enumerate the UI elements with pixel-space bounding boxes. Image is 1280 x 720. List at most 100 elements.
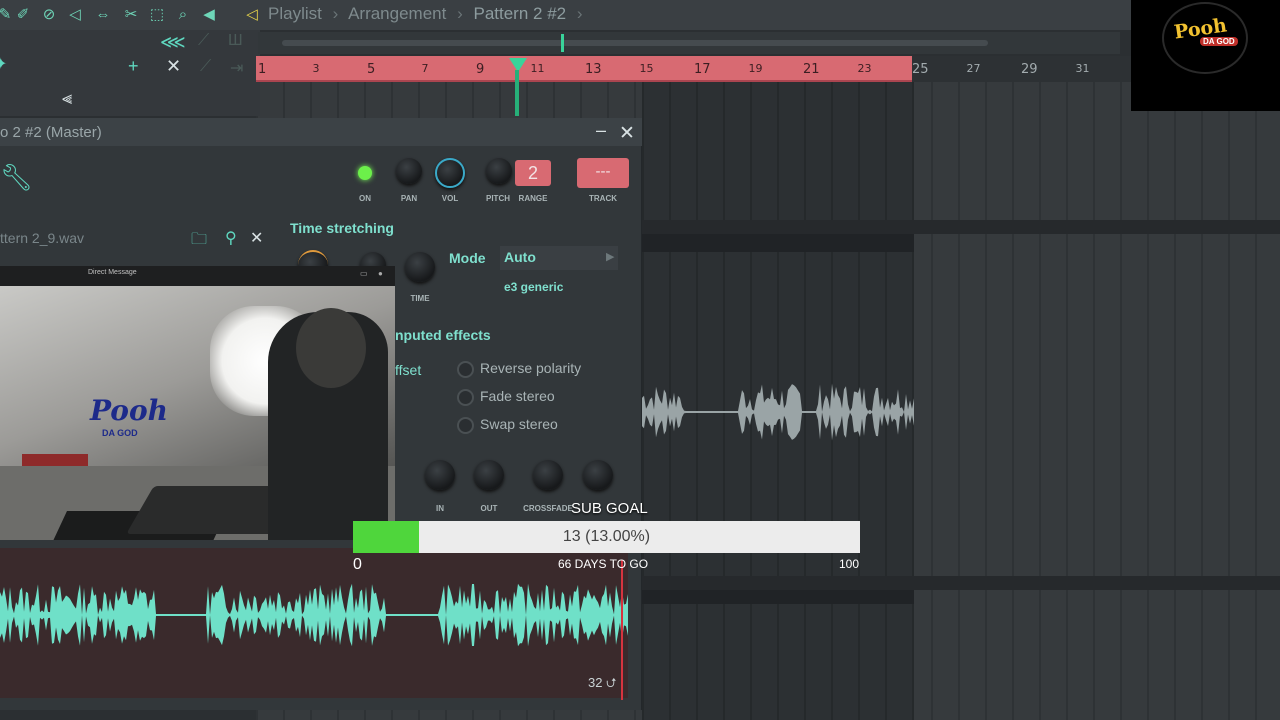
window-titlebar[interactable]: o 2 #2 (Master) – ✕ <box>0 118 642 146</box>
bar-count-value: 32 <box>588 675 603 690</box>
arrow-icon[interactable]: ⟋ <box>200 58 211 76</box>
secondary-toolbar: ⋘ ⟋ Ш ✦ + ✕ ⟋ ⇥ ⫷ <box>0 30 260 116</box>
minimize-icon[interactable]: – <box>596 120 606 141</box>
fl-studio-screen: ✎ ✐ ⊘ ◁ ⇔ ✂ ⬚ ⌕ ◀ ◁ Playlist › Arrangeme… <box>0 0 1280 720</box>
scroll-position-marker[interactable] <box>561 34 564 52</box>
chevron-right-icon: ▶ <box>606 251 615 263</box>
mode-label: Mode <box>449 250 486 266</box>
zoom-icon[interactable]: ⌕ <box>174 6 192 24</box>
breadcrumb-separator: › <box>576 4 583 23</box>
pitch-range-field[interactable]: 2 <box>515 160 551 186</box>
volume-knob[interactable] <box>435 158 465 188</box>
ruler-tick-label: 1 <box>258 62 267 77</box>
pan-knob[interactable] <box>396 158 422 184</box>
swap-stereo-option[interactable]: Swap stereo <box>457 416 558 434</box>
knob-label-crossfade: CROSSFADE <box>523 504 573 513</box>
ruler-tick-label: 17 <box>694 62 711 77</box>
slice-icon[interactable]: ✂ <box>122 6 140 24</box>
option-label: Reverse polarity <box>480 360 582 376</box>
webcam-overlay: Pooh DA GOD Direct Message ▭ ● <box>0 266 395 540</box>
extra-knob[interactable] <box>583 460 613 490</box>
folder-icon[interactable]: 🗀︎ <box>191 228 207 255</box>
offset-label: ffset <box>395 362 422 378</box>
sub-goal-min: 0 <box>353 556 362 573</box>
pitch-knob[interactable] <box>486 158 512 184</box>
sub-goal-days: 66 DAYS TO GO <box>558 557 649 571</box>
webcam-titlebar: Direct Message ▭ ● <box>0 266 395 286</box>
channel-on-led[interactable] <box>358 166 372 180</box>
breadcrumb-item-playlist[interactable]: Playlist <box>268 4 322 23</box>
ruler-tick-label: 29 <box>1021 62 1038 77</box>
crossfade-knob[interactable] <box>533 460 563 490</box>
precomputed-effects-heading: nputed effects <box>395 327 491 343</box>
ruler-tick-label: 25 <box>912 62 929 77</box>
mixer-track-selector[interactable]: --- <box>577 158 629 188</box>
playlist-audio-clip[interactable] <box>642 380 914 444</box>
fade-stereo-option[interactable]: Fade stereo <box>457 388 555 406</box>
ruler-tick-label: 5 <box>367 62 376 77</box>
track-separator <box>642 576 1280 590</box>
magnet-icon[interactable]: ✎ <box>0 6 14 24</box>
webcam-logo-sub: DA GOD <box>102 428 138 438</box>
window-title: o 2 #2 (Master) <box>0 124 102 141</box>
mode-select[interactable]: Auto <box>500 246 618 270</box>
sample-end-marker[interactable] <box>621 560 623 700</box>
logo-subtitle: DA GOD <box>1200 37 1238 46</box>
track-header-strip <box>642 234 914 252</box>
select-icon[interactable]: ⬚ <box>148 6 166 24</box>
ruler-tick-label: 9 <box>476 62 485 77</box>
radio-icon[interactable] <box>457 416 474 434</box>
playlist-icon: ◁ <box>246 6 258 23</box>
breadcrumb-item-arrangement[interactable]: Arrangement <box>348 4 446 23</box>
slip-icon[interactable]: ⇔ <box>94 6 112 24</box>
piano-icon[interactable]: Ш <box>228 32 243 50</box>
bar-count: 32 ⮍ <box>588 674 617 696</box>
knob-label-out: OUT <box>480 504 498 513</box>
scrollbar[interactable] <box>282 40 988 46</box>
breadcrumb-item-pattern[interactable]: Pattern 2 #2 <box>473 4 566 23</box>
in-knob[interactable] <box>425 460 455 490</box>
mode-subtitle: e3 generic <box>504 280 564 294</box>
webcam-logo-text: Pooh <box>90 394 169 427</box>
volume-slider-icon[interactable]: ⫷ <box>62 88 72 109</box>
mute-icon[interactable]: ◁ <box>66 6 84 24</box>
webcam-video: Pooh DA GOD <box>0 286 395 540</box>
option-label: Swap stereo <box>480 416 558 432</box>
reverse-polarity-option[interactable]: Reverse polarity <box>457 360 581 378</box>
sub-goal-value: 13 (13.00%) <box>562 528 651 545</box>
ruler-tick-label: 31 <box>1075 62 1090 75</box>
delete-icon[interactable]: ⊘ <box>40 6 58 24</box>
breadcrumb-separator: › <box>332 4 339 23</box>
playback-icon[interactable]: ◀ <box>200 6 218 24</box>
plus-icon[interactable]: + <box>128 56 139 77</box>
close-icon[interactable]: ✕ <box>619 122 635 145</box>
ruler-tick-label: 7 <box>421 62 429 75</box>
out-knob[interactable] <box>474 460 504 490</box>
link-icon[interactable]: ⟋ <box>198 32 209 50</box>
ruler-tick-label: 13 <box>585 62 602 77</box>
stretch-time-knob[interactable] <box>405 252 435 282</box>
breadcrumb: Playlist › Arrangement › Pattern 2 #2 › <box>268 4 589 24</box>
ruler-tick-label: 15 <box>639 62 654 75</box>
sub-goal-max: 100 <box>839 557 860 571</box>
sub-goal-progress-bar: 13 (13.00%) <box>353 521 860 553</box>
close-icon[interactable]: ● <box>378 269 383 278</box>
breadcrumb-separator: › <box>457 4 463 23</box>
ruler-tick-label: 3 <box>312 62 320 75</box>
ruler-tick-label: 11 <box>530 62 545 75</box>
cross-icon[interactable]: ✕ <box>166 56 181 77</box>
radio-icon[interactable] <box>457 360 474 378</box>
person-head <box>296 308 366 388</box>
paint-icon[interactable]: ✐ <box>14 6 32 24</box>
sample-waveform <box>0 583 628 647</box>
maximize-icon[interactable]: ▭ <box>360 269 368 278</box>
arrow-icon[interactable]: ⇥ <box>230 58 243 78</box>
pin-icon[interactable]: ⚲ <box>225 228 237 248</box>
sample-filename[interactable]: ttern 2_9.wav <box>0 230 84 246</box>
waveform-icon[interactable]: ⋘ <box>160 32 186 53</box>
remove-sample-icon[interactable]: ✕ <box>250 228 263 248</box>
wrench-icon[interactable]: 🔧︎ <box>0 162 33 193</box>
step-icon[interactable]: ✦ <box>0 54 7 74</box>
loop-icon[interactable]: ⮍ <box>606 675 616 690</box>
radio-icon[interactable] <box>457 388 474 406</box>
